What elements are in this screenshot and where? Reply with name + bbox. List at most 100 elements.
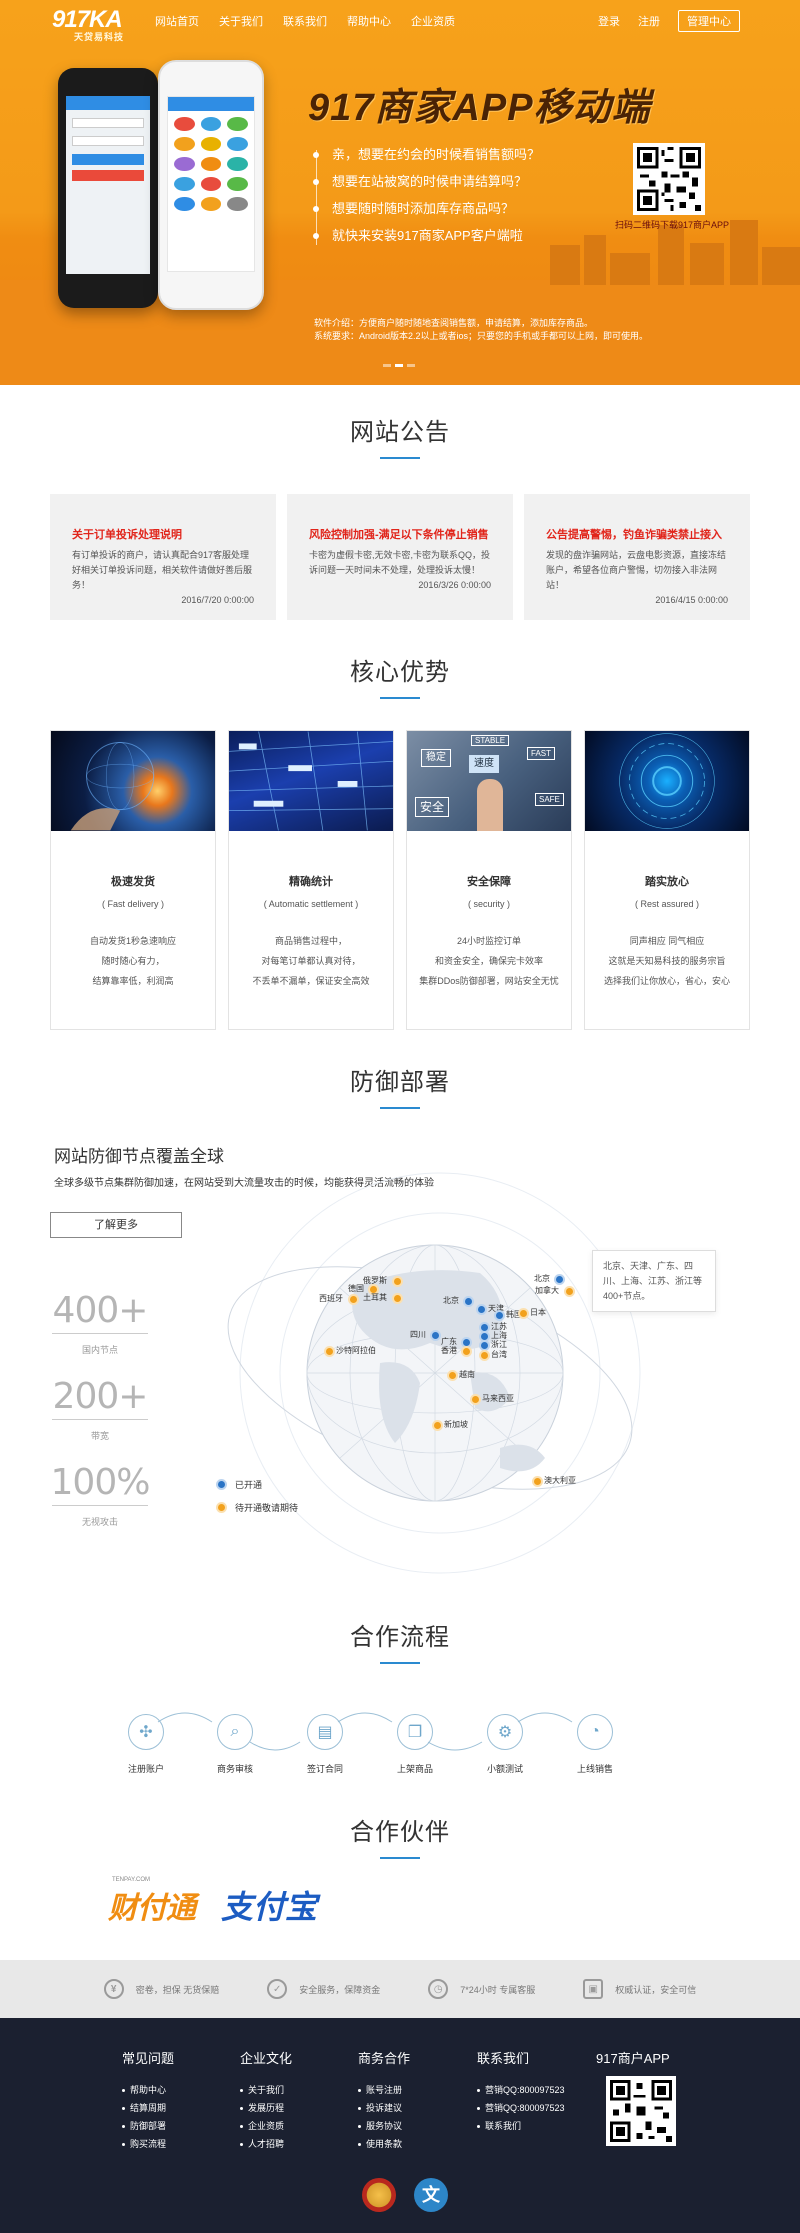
city-marker xyxy=(478,1306,485,1313)
city-label: 马来西亚 xyxy=(482,1394,514,1403)
city-label: 台湾 xyxy=(491,1350,507,1359)
carousel-dot[interactable] xyxy=(395,364,403,367)
service-item: ▣ 权威认证，安全可信 xyxy=(583,1979,696,1999)
footer-link[interactable]: 防御部署 xyxy=(122,2117,174,2135)
copy-icon: ❐ xyxy=(397,1714,433,1750)
advantage-card[interactable]: 稳定 STABLE 速度 FAST 安全 SAFE 安全保障 ( securit… xyxy=(406,730,572,1030)
nav-qualification[interactable]: 企业资质 xyxy=(411,13,455,29)
city-label: 新加坡 xyxy=(444,1420,468,1429)
footer-link[interactable]: 购买流程 xyxy=(122,2135,174,2153)
city-marker xyxy=(481,1324,488,1331)
notice-date: 2016/7/20 0:00:00 xyxy=(181,595,254,605)
nav-contact[interactable]: 联系我们 xyxy=(283,13,327,29)
stat-protection: 100% 无视攻击 xyxy=(50,1462,151,1530)
flow-step-contract: ▤ 签订合同 xyxy=(285,1714,365,1775)
brand-logo[interactable]: 917KA 天贷易科技 xyxy=(52,6,124,43)
footer-link[interactable]: 营销QQ:800097523 xyxy=(477,2081,565,2099)
nav-home[interactable]: 网站首页 xyxy=(155,13,199,29)
city-marker xyxy=(556,1276,563,1283)
stat-value: 200+ xyxy=(52,1376,149,1417)
clock-icon: ◷ xyxy=(428,1979,449,1999)
city-marker xyxy=(534,1478,541,1485)
footer-link[interactable]: 发展历程 xyxy=(240,2099,292,2117)
admin-center-button[interactable]: 管理中心 xyxy=(678,10,740,32)
carousel-dot[interactable] xyxy=(383,364,391,367)
alipay-logo[interactable]: 支付宝 xyxy=(221,1882,317,1928)
advantage-cards: 极速发货 ( Fast delivery ) 自动发货1秒急速响应 随时随心有力… xyxy=(50,730,750,1030)
defense-heading: 网站防御节点覆盖全球 xyxy=(54,1147,224,1166)
flow-step-listing: ❐ 上架商品 xyxy=(375,1714,455,1775)
hero-banner: 917KA 天贷易科技 网站首页 关于我们 联系我们 帮助中心 企业资质 登录 注… xyxy=(0,0,800,385)
service-item: ✓ 安全服务，保障资金 xyxy=(267,1979,380,1999)
desc-line: 选择我们让你放心，省心，安心 xyxy=(603,976,730,986)
qr-caption: 扫码二维码下载917商户APP xyxy=(615,220,730,230)
city-marker xyxy=(463,1339,470,1346)
register-link[interactable]: 注册 xyxy=(638,13,660,29)
advantage-card[interactable]: 精确统计 ( Automatic settlement ) 商品销售过程中， 对… xyxy=(228,730,394,1030)
footer-link[interactable]: 帮助中心 xyxy=(122,2081,174,2099)
notice-body: 发现的盘诈骗网站，云盘电影资源，直接冻结账户，希望各位商户警惕，切勿接入非法网站… xyxy=(546,550,727,590)
carousel-dot[interactable] xyxy=(407,364,415,367)
police-badge-icon[interactable] xyxy=(362,2178,396,2212)
notice-title[interactable]: 关于订单投诉处理说明 xyxy=(72,526,254,542)
stat-bandwidth: 200+ 带宽 xyxy=(50,1376,150,1444)
user-network-icon: ✣ xyxy=(128,1714,164,1750)
stat-value: 100% xyxy=(50,1462,151,1503)
site-footer: 常见问题 帮助中心 结算周期 防御部署 购买流程 企业文化 关于我们 发展历程 … xyxy=(0,2018,800,2233)
city-marker xyxy=(481,1352,488,1359)
advantage-description: 自动发货1秒急速响应 随时随心有力， 结算靠率低，利润高 xyxy=(51,931,215,991)
app-qr-code xyxy=(633,143,705,215)
footer-col-title: 商务合作 xyxy=(358,2051,411,2066)
notice-title[interactable]: 公告提高警惕，钓鱼诈骗类禁止接入 xyxy=(546,526,728,542)
title-underline xyxy=(380,697,420,699)
tile-text: STABLE xyxy=(471,735,510,746)
tenpay-logo[interactable]: TENPAY.COM 财付通 xyxy=(108,1877,196,1927)
map-legend: 已开通 待开通敬请期待 xyxy=(216,1478,298,1524)
search-icon: ⌕ xyxy=(217,1714,253,1750)
notice-card[interactable]: 公告提高警惕，钓鱼诈骗类禁止接入 发现的盘诈骗网站，云盘电影资源，直接冻结账户，… xyxy=(524,494,750,620)
notice-card[interactable]: 关于订单投诉处理说明 有订单投诉的商户，请认真配合917客服处理好相关订单投诉问… xyxy=(50,494,276,620)
nav-about[interactable]: 关于我们 xyxy=(219,13,263,29)
advantage-title: 精确统计 xyxy=(289,876,333,888)
desc-line: 24小时监控订单 xyxy=(456,936,521,946)
login-link[interactable]: 登录 xyxy=(598,13,620,29)
stat-label: 带宽 xyxy=(90,1431,109,1441)
footer-col-title: 企业文化 xyxy=(240,2051,293,2066)
footer-link[interactable]: 联系我们 xyxy=(477,2117,565,2135)
footer-badges: 文 xyxy=(362,2178,448,2212)
city-marker xyxy=(465,1298,472,1305)
notice-date: 2016/4/15 0:00:00 xyxy=(655,595,728,605)
service-item: ¥ 密卷，担保 无货保赔 xyxy=(103,1979,219,1999)
nav-help[interactable]: 帮助中心 xyxy=(347,13,391,29)
footer-link[interactable]: 使用条款 xyxy=(358,2135,410,2153)
footer-link[interactable]: 结算周期 xyxy=(122,2099,174,2117)
finger-shape xyxy=(477,779,503,831)
desc-line: 不丢单不漏单，保证安全高效 xyxy=(252,976,370,986)
notice-section-header: 网站公告 xyxy=(0,412,800,459)
city-label: 德国 xyxy=(348,1284,364,1293)
culture-badge-icon[interactable]: 文 xyxy=(414,2178,448,2212)
learn-more-button[interactable]: 了解更多 xyxy=(50,1212,182,1238)
footer-link[interactable]: 关于我们 xyxy=(240,2081,292,2099)
tile-text: 安全 xyxy=(415,797,449,817)
notice-card[interactable]: 风险控制加强-满足以下条件停止销售 卡密为虚假卡密,无效卡密,卡密为联系QQ，投… xyxy=(287,494,513,620)
footer-col-business: 商务合作 账号注册 投诉建议 服务协议 使用条款 xyxy=(358,2048,410,2153)
document-icon: ▤ xyxy=(307,1714,343,1750)
tech-circle-image xyxy=(585,731,749,831)
app-description: 软件介绍：方便商户随时随地查阅销售额，申请结算，添加库存商品。 系统要求：And… xyxy=(314,317,648,343)
notice-title[interactable]: 风险控制加强-满足以下条件停止销售 xyxy=(309,526,491,542)
footer-link[interactable]: 营销QQ:800097523 xyxy=(477,2099,565,2117)
flow-step-test: ⚙ 小额测试 xyxy=(465,1714,545,1775)
footer-link[interactable]: 投诉建议 xyxy=(358,2099,410,2117)
flow-step-review: ⌕ 商务审核 xyxy=(195,1714,275,1775)
footer-link[interactable]: 服务协议 xyxy=(358,2117,410,2135)
advantage-card[interactable]: 极速发货 ( Fast delivery ) 自动发货1秒急速响应 随时随心有力… xyxy=(50,730,216,1030)
footer-link[interactable]: 人才招聘 xyxy=(240,2135,292,2153)
footer-link[interactable]: 账号注册 xyxy=(358,2081,410,2099)
section-title: 合作伙伴 xyxy=(350,1819,450,1846)
footer-link[interactable]: 企业资质 xyxy=(240,2117,292,2135)
top-navigation: 917KA 天贷易科技 网站首页 关于我们 联系我们 帮助中心 企业资质 登录 注… xyxy=(0,0,800,43)
advantage-card[interactable]: 踏实放心 ( Rest assured ) 同声相应 同气相应 这就是天知易科技… xyxy=(584,730,750,1030)
footer-qr-code xyxy=(606,2076,676,2146)
section-title: 网站公告 xyxy=(350,419,450,446)
